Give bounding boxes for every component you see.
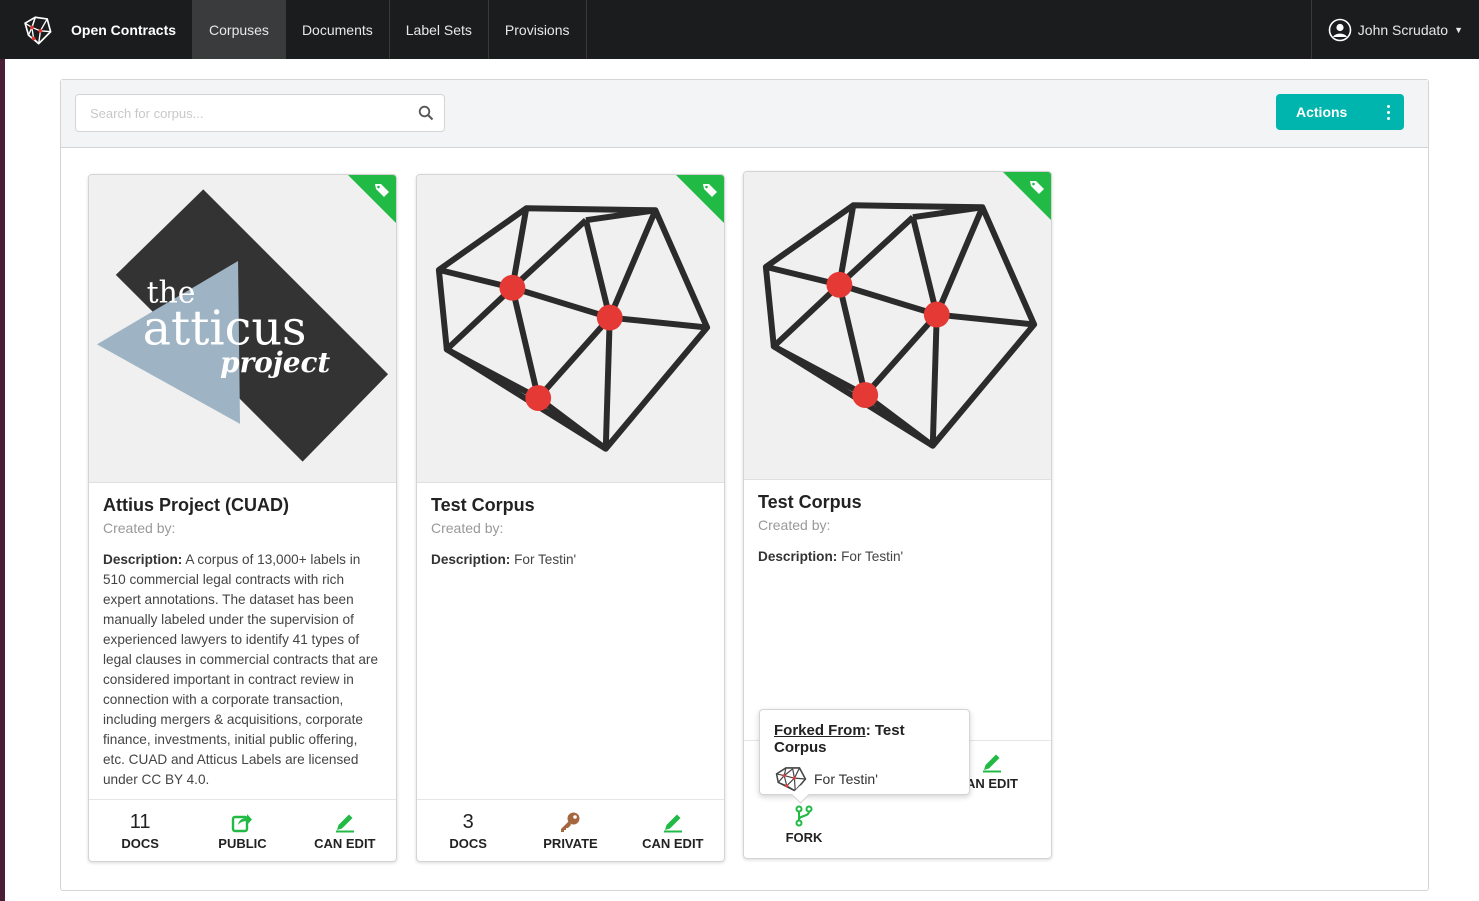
card-description: Description: For Testin' bbox=[758, 547, 1037, 567]
card-description: Description: For Testin' bbox=[431, 550, 710, 570]
actions-button[interactable]: Actions bbox=[1276, 94, 1404, 130]
forked-from-label[interactable]: Forked From bbox=[774, 722, 866, 739]
description-text: For Testin' bbox=[841, 549, 904, 564]
card-footer: 11 DOCS PUBLIC CAN EDIT bbox=[89, 799, 396, 861]
description-label: Description: bbox=[431, 552, 511, 567]
key-icon bbox=[561, 812, 580, 832]
card-created-by: Created by: bbox=[758, 517, 831, 533]
card-description: Description: A corpus of 13,000+ labels … bbox=[103, 550, 382, 790]
kebab-menu-icon bbox=[1387, 104, 1390, 120]
card-created-by: Created by: bbox=[431, 520, 504, 536]
popup-header: Forked From: Test Corpus bbox=[774, 722, 955, 756]
card-created-by: Created by: bbox=[103, 520, 176, 536]
nav-item-corpuses[interactable]: Corpuses bbox=[193, 0, 286, 59]
tag-icon bbox=[1030, 181, 1044, 194]
card-image bbox=[744, 172, 1051, 480]
docs-count: 11 bbox=[129, 810, 151, 833]
card-title[interactable]: Attius Project (CUAD) bbox=[103, 495, 382, 516]
pencil-icon bbox=[983, 754, 1001, 773]
fork-stat[interactable]: FORK bbox=[764, 805, 844, 845]
docs-stat: 3 DOCS bbox=[428, 811, 508, 851]
actions-label: Actions bbox=[1296, 104, 1348, 120]
search-icon[interactable] bbox=[418, 105, 434, 121]
edit-stat[interactable]: CAN EDIT bbox=[305, 811, 385, 851]
fork-icon bbox=[795, 805, 813, 827]
edit-label: CAN EDIT bbox=[314, 835, 376, 851]
nav-item-label-sets[interactable]: Label Sets bbox=[390, 0, 489, 59]
docs-label: DOCS bbox=[121, 835, 159, 851]
logo-text-project: project bbox=[220, 346, 330, 379]
open-contracts-logo-icon bbox=[24, 15, 52, 45]
pencil-icon bbox=[663, 814, 682, 832]
card-content: Test Corpus Created by: Description: For… bbox=[417, 483, 724, 582]
popup-description: For Testin' bbox=[814, 771, 878, 787]
docs-count: 3 bbox=[462, 810, 474, 833]
card-title[interactable]: Test Corpus bbox=[758, 492, 1037, 513]
popup-corpus-row[interactable]: For Testin' bbox=[774, 764, 955, 794]
brand-name: Open Contracts bbox=[71, 21, 177, 38]
window-edge bbox=[0, 0, 5, 901]
search-box bbox=[75, 94, 445, 132]
panel-toolbar: Actions bbox=[61, 80, 1428, 148]
description-text: For Testin' bbox=[514, 552, 577, 567]
card-image bbox=[417, 175, 724, 483]
card-content: Test Corpus Created by: Description: For… bbox=[744, 480, 1051, 579]
user-circle-icon bbox=[1328, 18, 1352, 41]
visibility-label: PRIVATE bbox=[543, 835, 598, 851]
edit-label: CAN EDIT bbox=[642, 835, 704, 851]
card-footer: 3 DOCS PRIVATE CAN EDIT bbox=[417, 799, 724, 861]
docs-stat: 11 DOCS bbox=[100, 811, 180, 851]
edit-label: AN EDIT bbox=[966, 776, 1018, 791]
visibility-label: PUBLIC bbox=[218, 835, 267, 851]
fork-label: FORK bbox=[785, 830, 823, 845]
tag-icon bbox=[703, 184, 717, 197]
private-stat[interactable]: PRIVATE bbox=[530, 811, 610, 851]
public-stat[interactable]: PUBLIC bbox=[202, 811, 282, 851]
user-menu[interactable]: John Scrudato ▼ bbox=[1310, 0, 1479, 59]
tag-icon bbox=[375, 184, 389, 197]
pencil-icon bbox=[335, 814, 354, 832]
corpus-card-test-1[interactable]: Test Corpus Created by: Description: For… bbox=[416, 174, 725, 862]
brand[interactable]: Open Contracts bbox=[0, 0, 194, 59]
corpus-card-atticus[interactable]: the atticus project Attius Project (CUAD… bbox=[88, 174, 397, 862]
docs-label: DOCS bbox=[449, 835, 487, 851]
card-content: Attius Project (CUAD) Created by: Descri… bbox=[89, 483, 396, 802]
user-name: John Scrudato bbox=[1357, 21, 1449, 38]
nav-item-documents[interactable]: Documents bbox=[286, 0, 390, 59]
share-public-icon bbox=[232, 813, 253, 832]
edit-stat[interactable]: CAN EDIT bbox=[633, 811, 713, 851]
card-title[interactable]: Test Corpus bbox=[431, 495, 710, 516]
corpus-thumbnail-icon bbox=[775, 767, 807, 792]
search-input[interactable] bbox=[76, 105, 418, 121]
card-image: the atticus project bbox=[89, 175, 396, 483]
top-navbar: Open Contracts Corpuses Documents Label … bbox=[0, 0, 1479, 59]
description-label: Description: bbox=[103, 552, 183, 567]
caret-down-icon: ▼ bbox=[1454, 24, 1463, 35]
description-text: A corpus of 13,000+ labels in 510 commer… bbox=[103, 552, 379, 787]
nav-item-provisions[interactable]: Provisions bbox=[489, 0, 587, 59]
forked-from-popup: Forked From: Test Corpus For Testin' bbox=[759, 709, 970, 795]
description-label: Description: bbox=[758, 549, 838, 564]
